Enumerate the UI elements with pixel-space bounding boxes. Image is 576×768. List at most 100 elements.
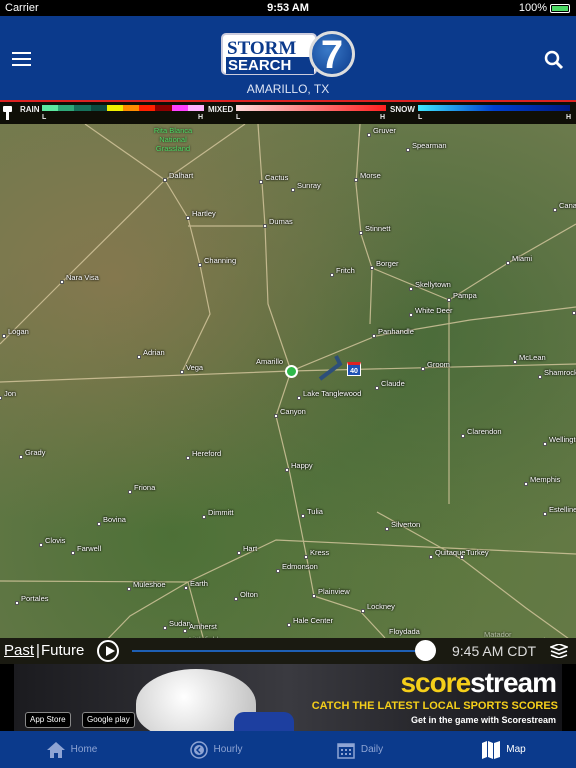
- town-label: Portales: [21, 594, 49, 603]
- town-dot: [361, 609, 365, 613]
- town-dot: [285, 468, 289, 472]
- town-dot: [372, 334, 376, 338]
- layers-icon[interactable]: [550, 644, 568, 658]
- town-dot: [2, 334, 6, 338]
- current-location-marker[interactable]: [285, 365, 298, 378]
- town-dot: [297, 396, 301, 400]
- town-label: Turkey: [466, 548, 489, 557]
- town-label: Kress: [310, 548, 330, 557]
- town-label: Amherst: [189, 622, 217, 631]
- town-dot: [198, 263, 202, 267]
- play-button[interactable]: [97, 640, 119, 662]
- town-dot: [375, 386, 379, 390]
- town-label: Fritch: [336, 266, 355, 275]
- ad-subline: Get in the game with Scorestream: [410, 715, 556, 725]
- town-label: Hart: [243, 544, 258, 553]
- town-dot: [543, 442, 547, 446]
- town-label: Farwell: [77, 544, 102, 553]
- town-dot: [163, 626, 167, 630]
- town-dot: [312, 594, 316, 598]
- mixed-scale: [236, 105, 386, 111]
- rain-swatch: [90, 105, 107, 111]
- town-dot: [39, 543, 43, 547]
- rain-swatch: [106, 105, 124, 111]
- slider-thumb[interactable]: [414, 640, 436, 661]
- town-label: Dumas: [269, 217, 293, 226]
- town-label: Adrian: [143, 348, 165, 357]
- town-dot: [186, 456, 190, 460]
- town-label: Happy: [291, 461, 313, 470]
- clock-icon: [189, 740, 208, 759]
- tab-label: Home: [70, 744, 98, 755]
- app-store-badge[interactable]: App Store: [25, 712, 71, 728]
- rain-swatch: [187, 105, 205, 111]
- status-bar: Carrier 9:53 AM 100%: [0, 0, 576, 16]
- town-dot: [513, 360, 517, 364]
- town-dot: [370, 266, 374, 270]
- town-dot: [60, 280, 64, 284]
- town-label: Wellingto: [549, 435, 576, 444]
- snow-high: H: [566, 114, 572, 121]
- town-label: Amarillo: [256, 357, 284, 366]
- town-label: Borger: [376, 259, 399, 268]
- town-label: Floydada: [389, 627, 420, 636]
- town-label: Lockney: [367, 602, 395, 611]
- town-dot: [127, 587, 131, 591]
- rain-swatch: [74, 105, 91, 111]
- town-label: Gruver: [373, 126, 396, 135]
- ad-brand: scorestream: [400, 667, 557, 698]
- town-label: Vega: [186, 363, 204, 372]
- rain-swatch: [139, 105, 156, 111]
- menu-icon[interactable]: [12, 52, 31, 70]
- town-label: Hale Center: [293, 616, 334, 625]
- town-label: Bovina: [103, 515, 126, 524]
- rain-low: L: [42, 114, 47, 121]
- town-dot: [184, 586, 188, 590]
- town-label: McLean: [519, 353, 546, 362]
- town-dot: [291, 188, 295, 192]
- town-label: Sunray: [297, 181, 321, 190]
- location-label: AMARILLO, TX: [246, 82, 330, 96]
- rain-high: H: [198, 114, 204, 121]
- google-play-badge[interactable]: Google play: [82, 712, 135, 728]
- tab-daily[interactable]: Daily: [288, 731, 432, 768]
- tab-hourly[interactable]: Hourly: [144, 731, 288, 768]
- town-label: Grady: [25, 448, 46, 457]
- radar-map[interactable]: Rita Blanca National Grassland 40 Dalhar…: [0, 124, 576, 638]
- precip-legend: RAIN L H MIXED L H SNOW L H: [0, 100, 576, 124]
- town-dot: [572, 311, 576, 315]
- search-icon[interactable]: [544, 50, 564, 75]
- key-icon[interactable]: [3, 106, 12, 120]
- timeline-time: 9:45 AM CDT: [452, 643, 537, 659]
- town-label: Edmonson: [282, 562, 318, 571]
- tab-map[interactable]: Map: [432, 731, 576, 768]
- map-icon: [482, 740, 501, 759]
- jersey-image: [234, 712, 294, 731]
- future-toggle[interactable]: Future: [41, 642, 84, 659]
- scorestream-ad-banner[interactable]: scorestream CATCH THE LATEST LOCAL SPORT…: [14, 664, 562, 731]
- town-label: Dimmitt: [208, 508, 234, 517]
- town-label: Clarendon: [467, 427, 502, 436]
- timeline-slider[interactable]: [132, 650, 434, 652]
- town-dot: [304, 555, 308, 559]
- town-dot: [163, 178, 167, 182]
- town-label: Silverton: [391, 520, 421, 529]
- town-label: Morse: [360, 171, 381, 180]
- town-dot: [301, 514, 305, 518]
- snow-scale: [418, 105, 570, 111]
- town-label: Stinnett: [365, 224, 391, 233]
- app-header: STORM SEARCH 7 AMARILLO, TX: [0, 16, 576, 100]
- tab-label: Daily: [360, 744, 384, 755]
- town-label: Shamrock: [544, 368, 576, 377]
- clock: 9:53 AM: [267, 2, 309, 14]
- town-dot: [19, 455, 23, 459]
- town-dot: [0, 396, 2, 400]
- town-dot: [429, 555, 433, 559]
- tab-home[interactable]: Home: [0, 731, 144, 768]
- town-dot: [553, 208, 557, 212]
- town-dot: [385, 527, 389, 531]
- past-toggle[interactable]: Past: [4, 642, 34, 659]
- town-label: Plainview: [318, 587, 350, 596]
- town-dot: [330, 273, 334, 277]
- town-dot: [354, 178, 358, 182]
